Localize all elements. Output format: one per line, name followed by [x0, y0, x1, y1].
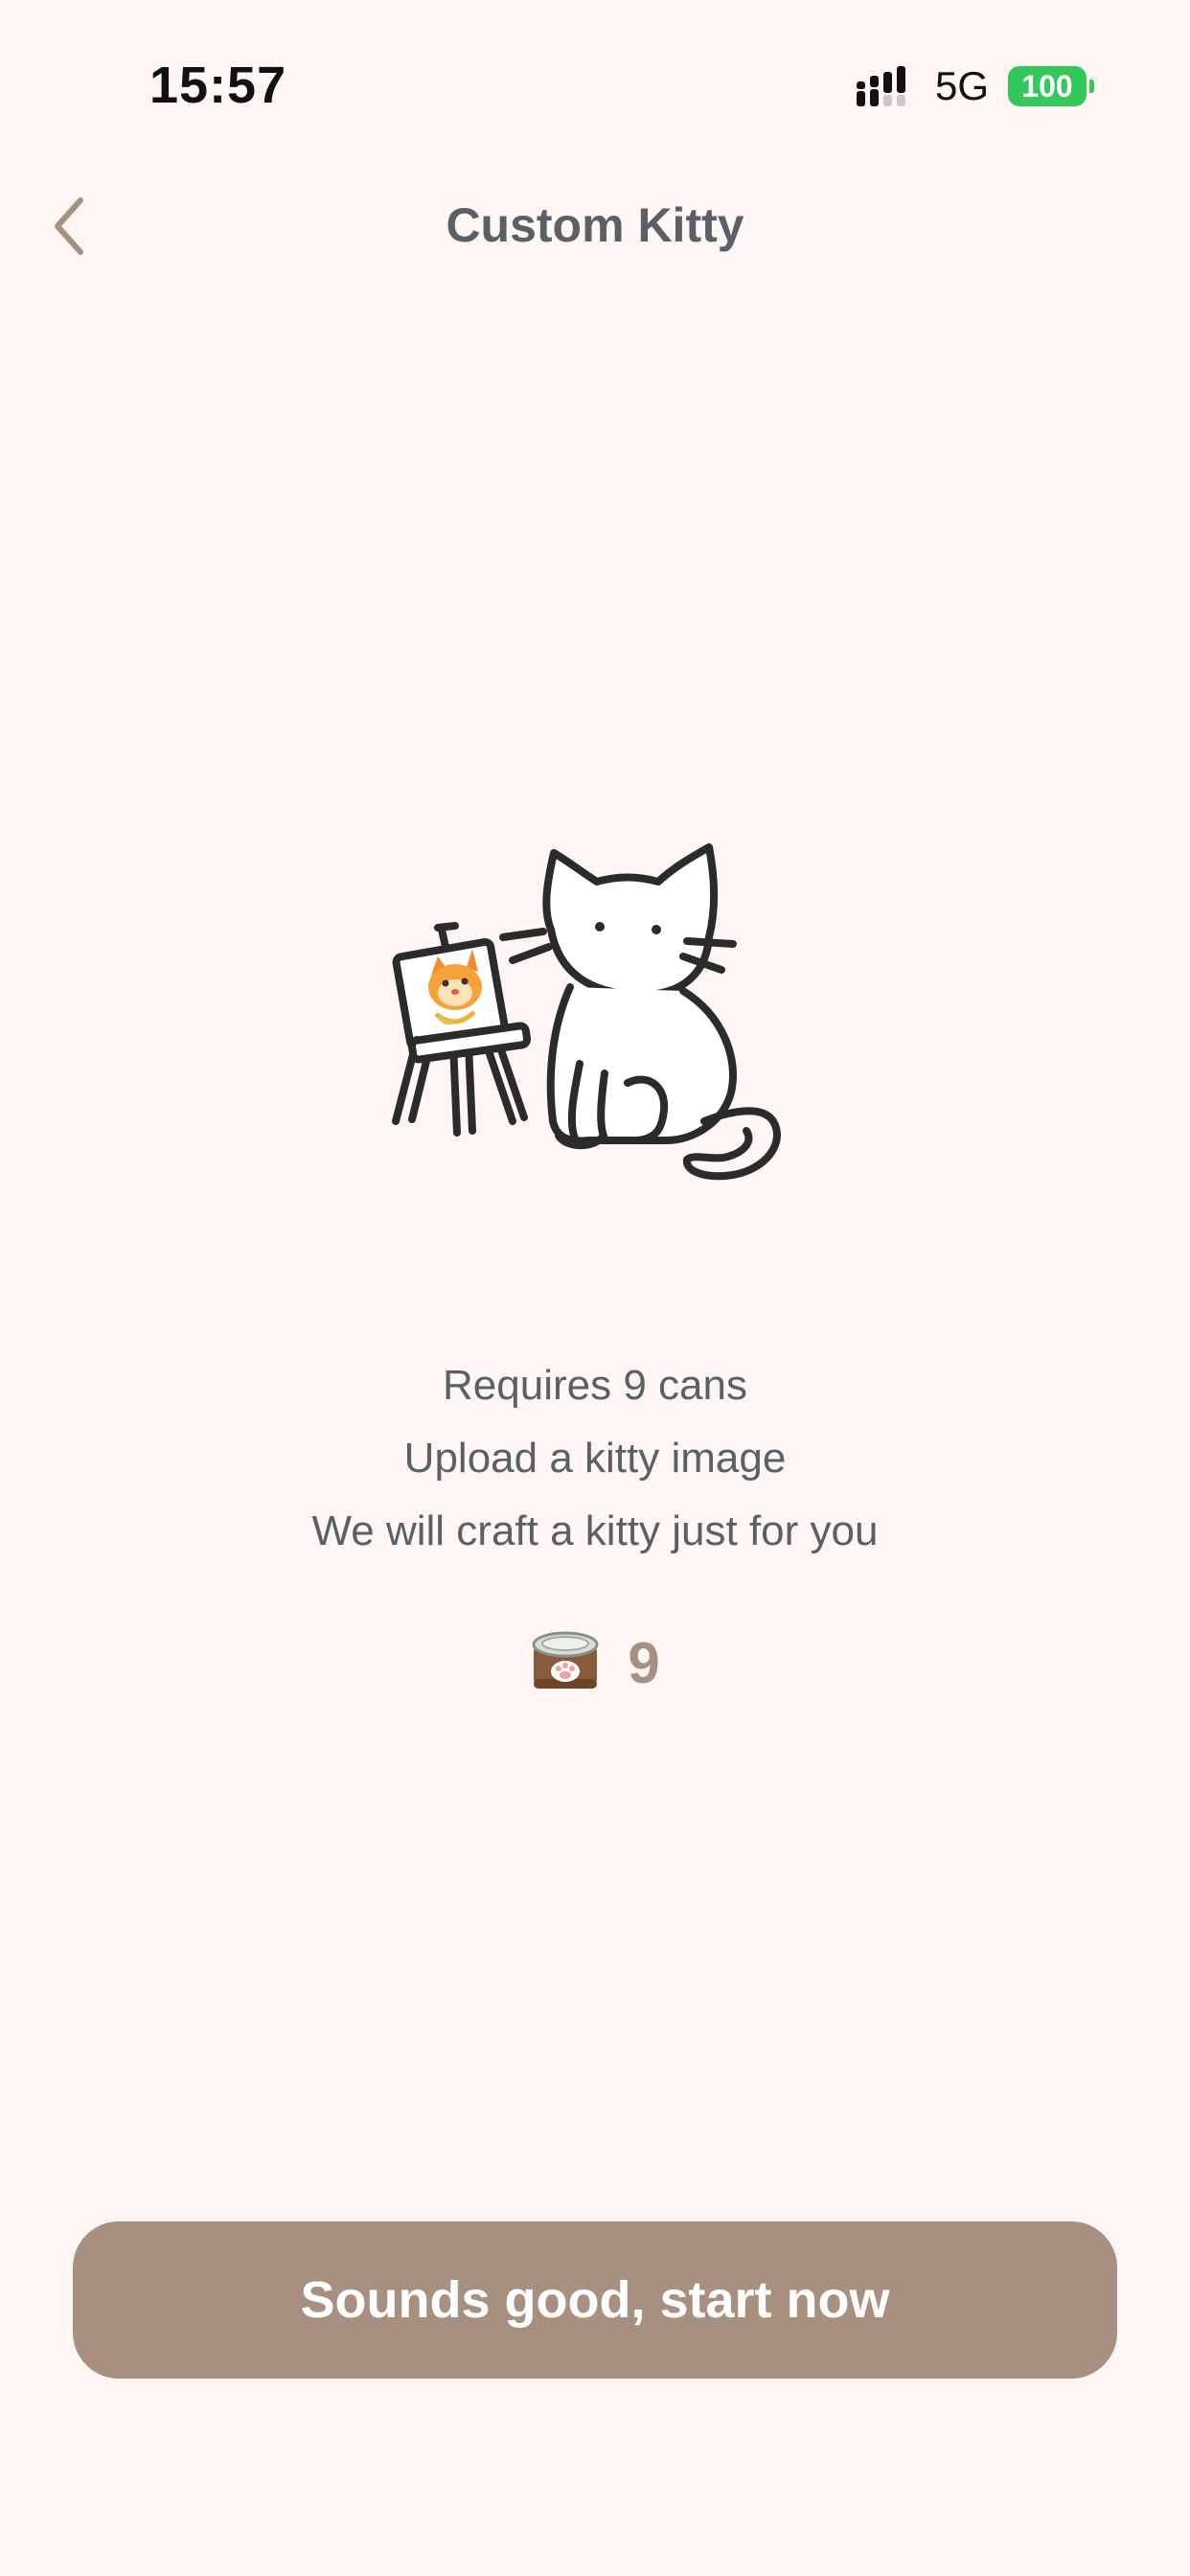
description-line: Upload a kitty image	[403, 1435, 787, 1482]
cat-painting-illustration	[392, 843, 781, 1181]
start-now-button[interactable]: Sounds good, start now	[73, 2221, 1117, 2379]
status-time: 15:57	[149, 57, 287, 114]
page-title: Custom Kitty	[446, 198, 744, 252]
description-line: Requires 9 cans	[443, 1362, 747, 1409]
cost-value: 9	[628, 1630, 660, 1695]
status-indicators: 5G 100	[855, 63, 1094, 109]
battery-icon: 100	[1008, 66, 1094, 106]
cellular-signal-icon	[856, 66, 905, 106]
cost-indicator: 9	[0, 1629, 1190, 1696]
battery-level: 100	[1008, 66, 1087, 106]
description-line: We will craft a kitty just for you	[311, 1507, 879, 1554]
description: Requires 9 cans Upload a kitty image We …	[0, 1349, 1190, 1568]
network-type: 5G	[934, 63, 989, 108]
cat-food-can-icon	[532, 1631, 599, 1689]
